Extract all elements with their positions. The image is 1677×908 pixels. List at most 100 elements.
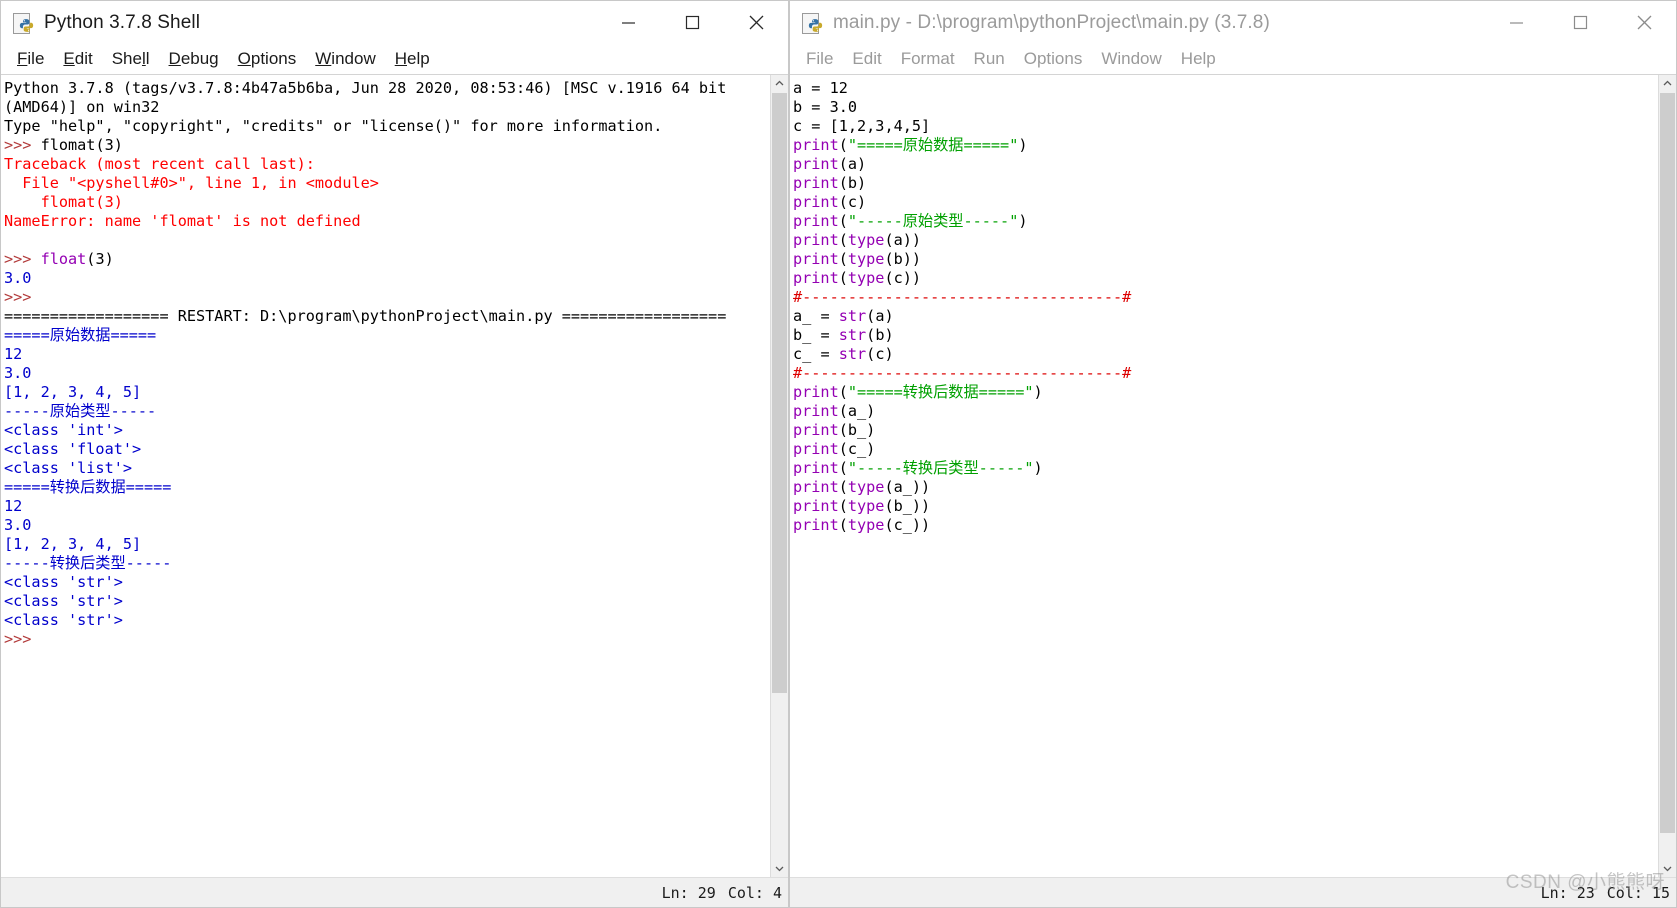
text-span: <class 'list'> [4,459,133,477]
menu-window[interactable]: Window [1092,47,1171,72]
text-span: ( [838,250,848,268]
text-span [4,231,13,249]
maximize-icon[interactable] [660,1,724,44]
menu-format[interactable]: Format [892,47,965,72]
text-span: 12 [4,345,23,363]
text-line: print(type(c_)) [793,516,1658,535]
text-line: print("-----转换后类型-----") [793,459,1658,478]
text-span: 12 [4,497,23,515]
text-span: ( [838,478,848,496]
text-span: (AMD64)] on win32 [4,98,160,116]
text-span: =====原始数据===== [4,326,157,344]
editor-vertical-scrollbar[interactable] [1658,75,1676,877]
desktop: Python 3.7.8 Shell File Edit Shell Debug… [0,0,1677,908]
text-span: Traceback (most recent call last): [4,155,315,173]
minimize-icon[interactable] [1484,1,1548,44]
close-icon[interactable] [724,1,788,44]
text-span: c_ [793,345,821,363]
text-span: = [811,98,830,116]
text-line: c_ = str(c) [793,345,1658,364]
menu-help[interactable]: Help [1172,47,1226,72]
text-span: print [793,516,839,534]
text-span: = [811,79,830,97]
python-file-icon [802,12,824,34]
editor-source-text[interactable]: a = 12 b = 3.0 c = [1,2,3,4,5] print("=====… [790,75,1658,877]
menu-edit[interactable]: Edit [54,47,102,72]
scroll-thumb[interactable] [772,93,787,693]
text-span: "=====原始数据=====" [847,136,1019,154]
scroll-down-arrow-icon[interactable] [771,860,788,877]
text-span: >>> [4,630,41,648]
text-line: print(type(b_)) [793,497,1658,516]
text-span: print [793,136,839,154]
text-span: print [793,478,839,496]
text-line: <class 'float'> [4,440,770,459]
menu-debug[interactable]: Debug [160,47,229,72]
main-py-editor-window[interactable]: main.py - D:\program\pythonProject\main.… [789,0,1677,908]
scroll-up-arrow-icon[interactable] [771,75,788,92]
maximize-icon[interactable] [1548,1,1612,44]
text-span: (c_)) [884,516,931,534]
text-line: print(type(a_)) [793,478,1658,497]
text-span: (c)) [884,269,922,287]
text-line: 3.0 [4,516,770,535]
text-line: c = [1,2,3,4,5] [793,117,1658,136]
menu-window[interactable]: Window [306,47,385,72]
text-line: 12 [4,345,770,364]
editor-title-bar[interactable]: main.py - D:\program\pythonProject\main.… [790,1,1676,45]
menu-options[interactable]: Options [229,47,307,72]
text-line: -----原始类型----- [4,402,770,421]
python-shell-window[interactable]: Python 3.7.8 Shell File Edit Shell Debug… [0,0,789,908]
text-span: -----转换后类型----- [4,554,172,572]
shell-menu-bar[interactable]: File Edit Shell Debug Options Window Hel… [1,45,788,74]
text-span: b [793,98,812,116]
text-line: <class 'int'> [4,421,770,440]
minimize-icon[interactable] [596,1,660,44]
text-line: a = 12 [793,79,1658,98]
scroll-up-arrow-icon[interactable] [1659,75,1676,92]
text-span: ( [838,269,848,287]
text-span: "-----转换后类型-----" [847,459,1034,477]
shell-output-text[interactable]: Python 3.7.8 (tags/v3.7.8:4b47a5b6ba, Ju… [1,75,770,877]
text-line: b = 3.0 [793,98,1658,117]
editor-menu-bar[interactable]: File Edit Format Run Options Window Help [790,45,1676,74]
text-line: print(type(b)) [793,250,1658,269]
scroll-down-arrow-icon[interactable] [1659,860,1676,877]
text-span: = [811,117,830,135]
text-span: 3.0 [4,364,32,382]
text-span: c [793,117,812,135]
menu-file[interactable]: File [8,47,54,72]
menu-help[interactable]: Help [386,47,440,72]
text-span: type [847,478,885,496]
text-span: print [793,250,839,268]
text-span: 3.0 [4,516,32,534]
menu-file[interactable]: File [797,47,843,72]
shell-vertical-scrollbar[interactable] [770,75,788,877]
editor-text-area-wrap: a = 12 b = 3.0 c = [1,2,3,4,5] print("=====… [790,74,1676,877]
menu-shell[interactable]: Shell [103,47,160,72]
shell-title-text: Python 3.7.8 Shell [44,11,201,33]
text-span: print [793,402,839,420]
text-line: 3.0 [4,269,770,288]
text-span: print [793,231,839,249]
scroll-thumb[interactable] [1660,93,1675,833]
text-span: print [793,497,839,515]
text-line: print("-----原始类型-----") [793,212,1658,231]
text-line: [1, 2, 3, 4, 5] [4,535,770,554]
text-line: File "<pyshell#0>", line 1, in <module> [4,174,770,193]
text-span: [1, 2, 3, 4, 5] [4,383,142,401]
text-span: = [820,326,839,344]
text-line: -----转换后类型----- [4,554,770,573]
text-span: type [847,497,885,515]
text-line: Type "help", "copyright", "credits" or "… [4,117,770,136]
shell-title-bar[interactable]: Python 3.7.8 Shell [1,1,788,45]
text-span: (a)) [884,231,922,249]
menu-run[interactable]: Run [965,47,1015,72]
text-span: NameError: name 'flomat' is not defined [4,212,361,230]
menu-options[interactable]: Options [1015,47,1093,72]
text-span: <class 'int'> [4,421,123,439]
text-span: >>> [4,250,41,268]
close-icon[interactable] [1612,1,1676,44]
shell-status-bar: Ln: 29 Col: 4 [1,877,788,907]
menu-edit[interactable]: Edit [843,47,891,72]
